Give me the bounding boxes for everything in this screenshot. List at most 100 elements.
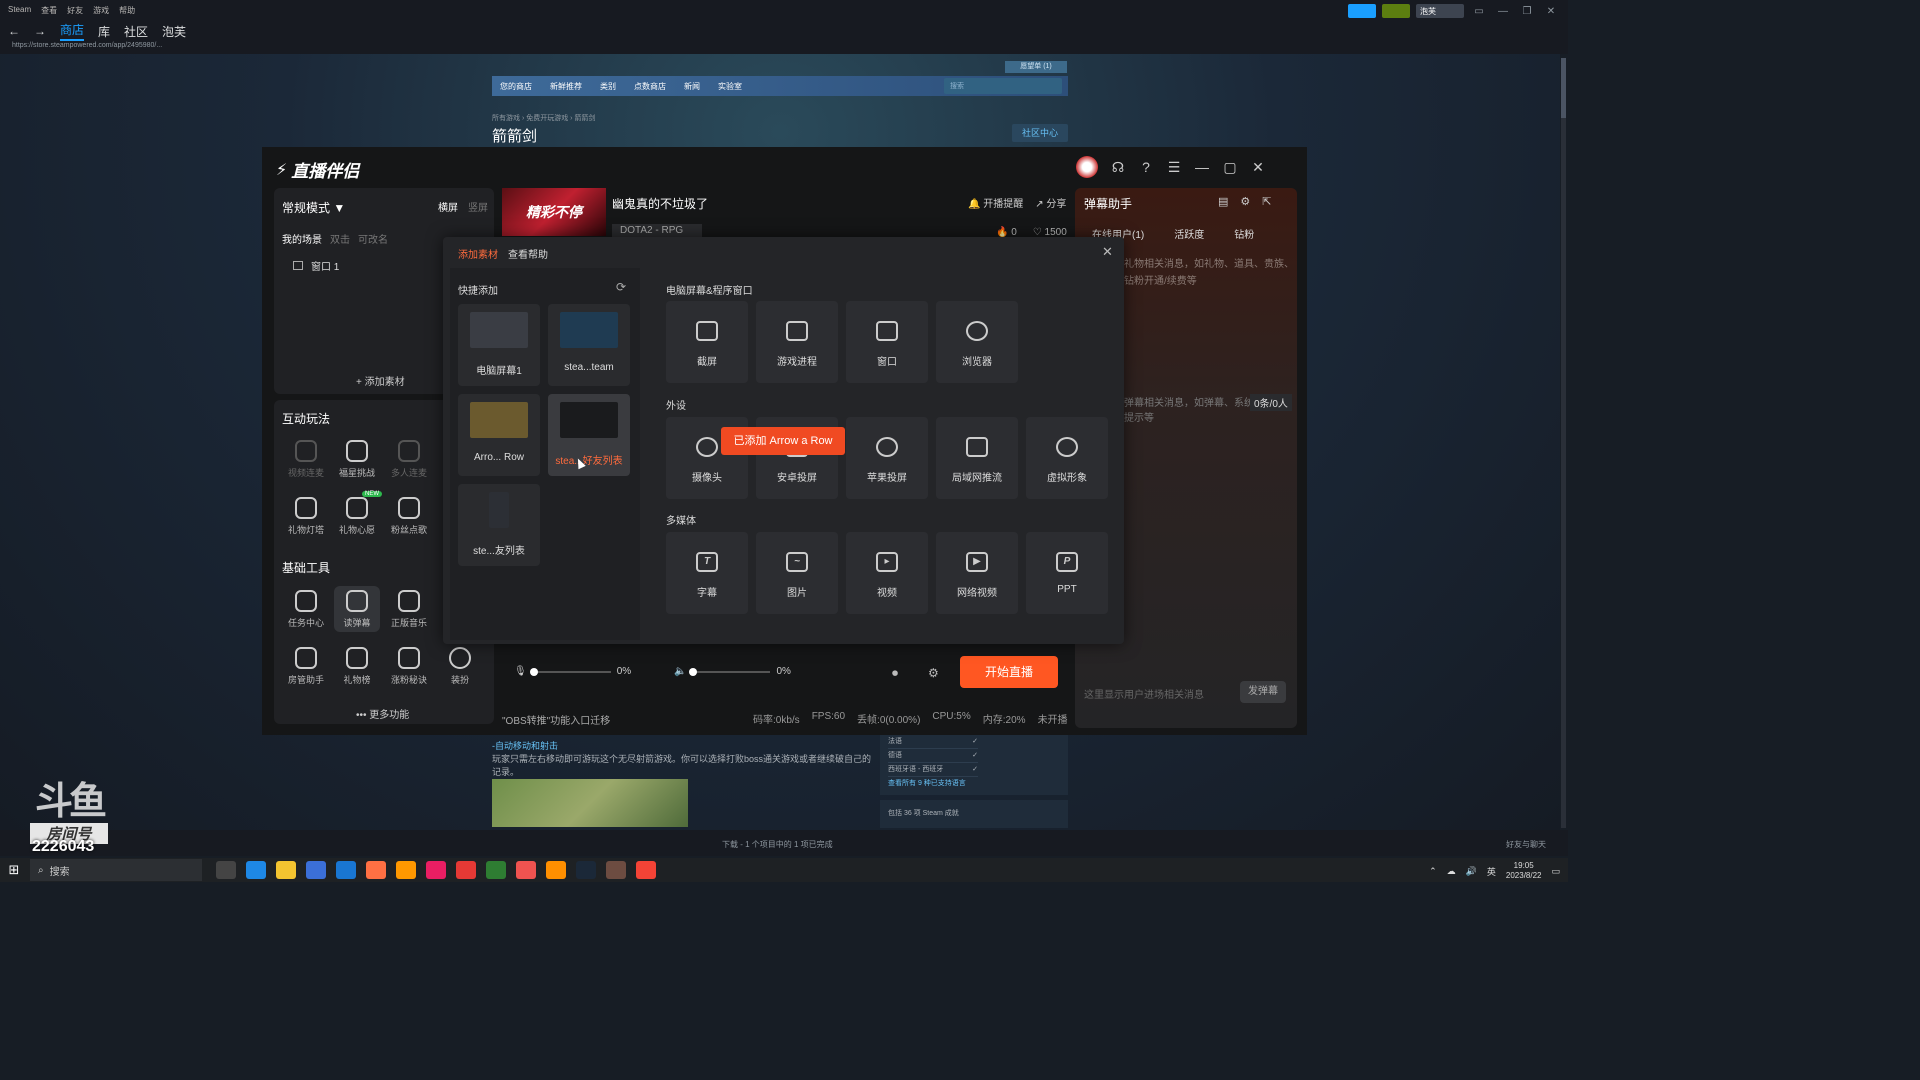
page-scrollbar[interactable]: [1561, 58, 1566, 828]
nav-community[interactable]: 社区: [124, 23, 148, 40]
firefox-icon[interactable]: [366, 861, 386, 879]
source-lan[interactable]: 局域网推流: [936, 417, 1018, 499]
live-cover[interactable]: 精彩不停: [502, 188, 606, 236]
scene-item[interactable]: 窗口 1: [293, 258, 339, 273]
quick-item-friends[interactable]: stea...好友列表: [548, 394, 630, 476]
wechat-icon[interactable]: [486, 861, 506, 879]
video-link-tool[interactable]: 视频连麦: [283, 440, 329, 479]
source-browser[interactable]: 浏览器: [936, 301, 1018, 383]
popout-icon[interactable]: ⇱: [1262, 195, 1271, 208]
quick-item-friends-list[interactable]: ste...友列表: [458, 484, 540, 566]
gift-wish-tool[interactable]: 礼物心愿 NEW: [334, 491, 382, 536]
speaker-slider[interactable]: [689, 667, 771, 676]
task-center-tool[interactable]: 任务中心: [283, 590, 329, 629]
tab-view-help[interactable]: 查看帮助: [508, 246, 548, 261]
tab-add-material[interactable]: 添加素材: [458, 246, 498, 261]
record-icon[interactable]: ⏺: [892, 666, 898, 681]
menu-games[interactable]: 游戏: [93, 5, 109, 16]
gear-icon[interactable]: ⚙: [1240, 195, 1250, 208]
bigpicture-icon[interactable]: ▭: [1470, 6, 1488, 17]
friends-chat-button[interactable]: 好友与聊天: [1506, 839, 1546, 850]
refresh-icon[interactable]: ⟳: [616, 280, 626, 294]
tab-my-scenes[interactable]: 我的场景: [282, 231, 322, 246]
nav-profile[interactable]: 泡芙: [162, 23, 186, 40]
download-status[interactable]: 下载 - 1 个项目中的 1 项已完成: [722, 839, 833, 850]
multi-link-tool[interactable]: 多人连麦: [386, 440, 432, 479]
fans-growth-tool[interactable]: 涨粉秘诀: [386, 647, 432, 686]
store-nav-your-store[interactable]: 您的商店: [500, 81, 532, 92]
portrait-option[interactable]: 竖屏: [468, 199, 488, 214]
broadcast-button[interactable]: [1348, 4, 1376, 18]
mic-muted-icon[interactable]: 🎙: [514, 666, 527, 677]
store-nav-new[interactable]: 新鲜推荐: [550, 81, 582, 92]
menu-icon[interactable]: ☰: [1166, 159, 1182, 176]
source-ppt[interactable]: P PPT: [1026, 532, 1108, 614]
netease-icon[interactable]: [456, 861, 476, 879]
scrollbar-thumb[interactable]: [1561, 58, 1566, 118]
fan-song-tool[interactable]: 粉丝点歌: [386, 497, 432, 536]
source-game[interactable]: 游戏进程: [756, 301, 838, 383]
send-danmu-button[interactable]: 发弹幕: [1240, 681, 1286, 703]
minimize-icon[interactable]: —: [1194, 159, 1210, 175]
gift-rank-tool[interactable]: 礼物榜: [334, 647, 380, 686]
menu-steam[interactable]: Steam: [8, 5, 31, 16]
live-category[interactable]: DOTA2 - RPG: [612, 224, 702, 238]
wishlist-button[interactable]: 愿望单 (1): [1005, 61, 1067, 73]
list-icon[interactable]: ▤: [1218, 195, 1228, 208]
start-live-button[interactable]: 开始直播: [960, 656, 1058, 688]
app-icon[interactable]: [426, 861, 446, 879]
help-icon[interactable]: ?: [1138, 159, 1154, 175]
room-manager-tool[interactable]: 房管助手: [283, 647, 329, 686]
game-icon[interactable]: [606, 861, 626, 879]
menu-view[interactable]: 查看: [41, 5, 57, 16]
obs-note[interactable]: "OBS转推"功能入口迁移: [502, 712, 610, 727]
app-icon[interactable]: [516, 861, 536, 879]
lang-more-link[interactable]: 查看所有 9 种已支持语言: [888, 777, 1060, 790]
tab-diamond-fans[interactable]: 钻粉: [1234, 226, 1254, 241]
store-nav-categories[interactable]: 类别: [600, 81, 616, 92]
menu-help[interactable]: 帮助: [119, 5, 135, 16]
source-avatar[interactable]: 虚拟形象: [1026, 417, 1108, 499]
mode-dropdown[interactable]: 常规模式 ▼: [282, 199, 345, 216]
clock[interactable]: 19:05 2023/8/22: [1506, 861, 1542, 881]
remind-button[interactable]: 🔔 开播提醒: [968, 195, 1023, 210]
gift-tower-tool[interactable]: 礼物灯塔: [283, 497, 329, 536]
steam-icon[interactable]: [576, 861, 596, 879]
close-icon[interactable]: ✕: [1542, 6, 1560, 17]
menu-friends[interactable]: 好友: [67, 5, 83, 16]
explorer-icon[interactable]: [276, 861, 296, 879]
source-web-video[interactable]: ▶ 网络视频: [936, 532, 1018, 614]
maximize-icon[interactable]: ▢: [1222, 159, 1238, 176]
quick-item-arrow-row[interactable]: Arro... Row: [458, 394, 540, 476]
app-icon[interactable]: [546, 861, 566, 879]
source-subtitle[interactable]: T 字幕: [666, 532, 748, 614]
chevron-up-icon[interactable]: ⌃: [1429, 866, 1437, 877]
source-image[interactable]: ~ 图片: [756, 532, 838, 614]
quick-item-screen1[interactable]: 电脑屏幕1: [458, 304, 540, 386]
tab-activity[interactable]: 活跃度: [1174, 226, 1204, 241]
add-material-button[interactable]: + 添加素材: [356, 373, 405, 388]
taskbar-search[interactable]: ⌕ 搜索: [30, 859, 202, 881]
volume-icon[interactable]: 🔊: [1466, 866, 1477, 877]
input-language[interactable]: 英: [1487, 865, 1496, 878]
source-screenshot[interactable]: 截屏: [666, 301, 748, 383]
landscape-option[interactable]: 横屏: [438, 199, 458, 214]
forward-arrow-icon[interactable]: →: [34, 24, 46, 38]
slider-knob[interactable]: [529, 667, 538, 676]
music-tool[interactable]: 正版音乐: [386, 590, 432, 629]
maximize-icon[interactable]: ❐: [1518, 6, 1536, 17]
avatar[interactable]: [1076, 156, 1098, 178]
user-menu[interactable]: 泡芙: [1416, 4, 1464, 18]
source-apple[interactable]: 苹果投屏: [846, 417, 928, 499]
quick-item-steam[interactable]: stea...team: [548, 304, 630, 386]
community-hub-button[interactable]: 社区中心: [1012, 124, 1068, 142]
mic-slider[interactable]: [529, 667, 611, 676]
minimize-icon[interactable]: —: [1494, 6, 1512, 17]
back-arrow-icon[interactable]: ←: [8, 24, 20, 38]
store-search-input[interactable]: 搜索: [944, 78, 1062, 94]
more-functions-button[interactable]: ••• 更多功能: [356, 706, 409, 721]
lucky-challenge-tool[interactable]: 福星挑战: [334, 440, 380, 479]
slider-knob[interactable]: [689, 667, 698, 676]
url-bar[interactable]: https://store.steampowered.com/app/24959…: [12, 42, 162, 49]
game-screenshot[interactable]: [492, 779, 688, 827]
